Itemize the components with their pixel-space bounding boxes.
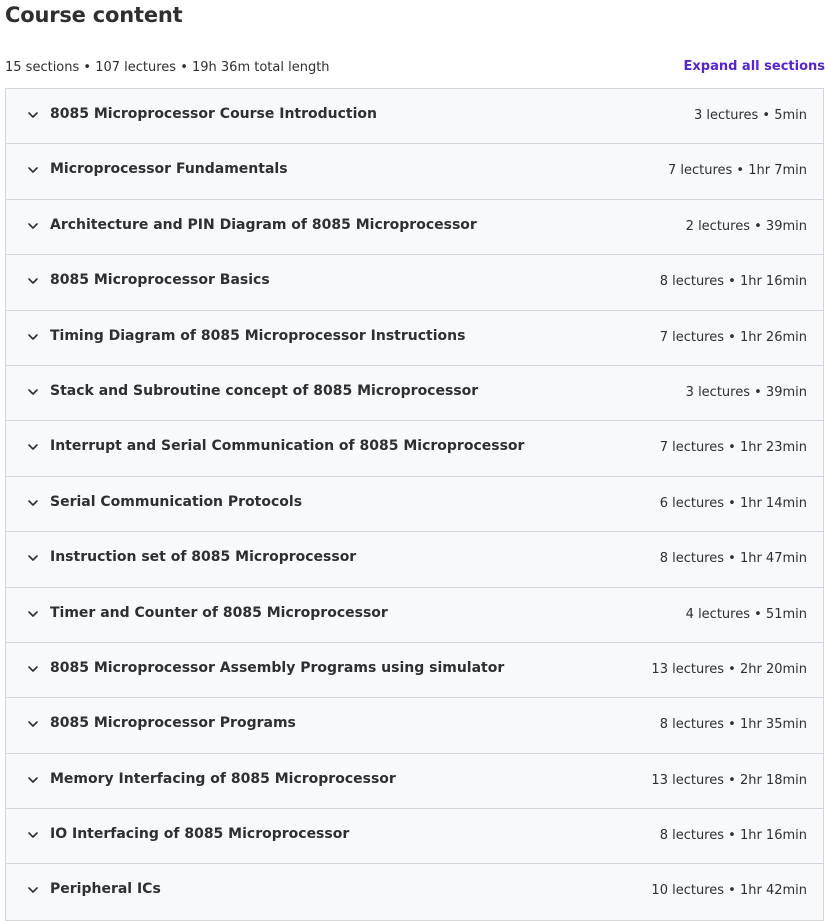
page-title: Course content: [5, 3, 183, 27]
section-meta: 3 lectures • 39min: [686, 385, 807, 400]
sections-list: 8085 Microprocessor Course Introduction …: [5, 88, 824, 921]
chevron-down-icon: [26, 717, 40, 731]
section-meta: 7 lectures • 1hr 7min: [668, 163, 807, 178]
chevron-down-icon: [26, 330, 40, 344]
chevron-down-icon: [26, 883, 40, 897]
chevron-down-icon: [26, 219, 40, 233]
section-row[interactable]: Architecture and PIN Diagram of 8085 Mic…: [6, 200, 823, 255]
chevron-down-icon: [26, 551, 40, 565]
section-meta: 7 lectures • 1hr 26min: [660, 330, 807, 345]
chevron-down-icon: [26, 496, 40, 510]
chevron-down-icon: [26, 607, 40, 621]
section-row[interactable]: Interrupt and Serial Communication of 80…: [6, 421, 823, 476]
chevron-down-icon: [26, 662, 40, 676]
section-row[interactable]: 8085 Microprocessor Course Introduction …: [6, 89, 823, 144]
chevron-down-icon: [26, 440, 40, 454]
chevron-down-icon: [26, 828, 40, 842]
section-row[interactable]: 8085 Microprocessor Assembly Programs us…: [6, 643, 823, 698]
section-title: Timer and Counter of 8085 Microprocessor: [50, 605, 388, 621]
section-meta: 8 lectures • 1hr 16min: [660, 274, 807, 289]
section-meta: 8 lectures • 1hr 35min: [660, 717, 807, 732]
section-title: Timing Diagram of 8085 Microprocessor In…: [50, 328, 465, 344]
section-row[interactable]: Timing Diagram of 8085 Microprocessor In…: [6, 311, 823, 366]
chevron-down-icon: [26, 385, 40, 399]
course-summary-row: 15 sections • 107 lectures • 19h 36m tot…: [5, 59, 825, 79]
section-title: Stack and Subroutine concept of 8085 Mic…: [50, 383, 478, 399]
section-meta: 13 lectures • 2hr 18min: [651, 773, 807, 788]
chevron-down-icon: [26, 773, 40, 787]
section-title: 8085 Microprocessor Course Introduction: [50, 106, 377, 122]
section-title: IO Interfacing of 8085 Microprocessor: [50, 826, 349, 842]
section-row[interactable]: IO Interfacing of 8085 Microprocessor 8 …: [6, 809, 823, 864]
section-title: Instruction set of 8085 Microprocessor: [50, 549, 356, 565]
section-row[interactable]: Microprocessor Fundamentals 7 lectures •…: [6, 144, 823, 199]
section-row[interactable]: Serial Communication Protocols 6 lecture…: [6, 477, 823, 532]
section-row[interactable]: Stack and Subroutine concept of 8085 Mic…: [6, 366, 823, 421]
section-row[interactable]: Instruction set of 8085 Microprocessor 8…: [6, 532, 823, 587]
chevron-down-icon: [26, 274, 40, 288]
section-title: Memory Interfacing of 8085 Microprocesso…: [50, 771, 396, 787]
chevron-down-icon: [26, 163, 40, 177]
section-meta: 2 lectures • 39min: [686, 219, 807, 234]
section-row[interactable]: Timer and Counter of 8085 Microprocessor…: [6, 588, 823, 643]
section-meta: 13 lectures • 2hr 20min: [651, 662, 807, 677]
section-title: 8085 Microprocessor Assembly Programs us…: [50, 660, 504, 676]
course-summary: 15 sections • 107 lectures • 19h 36m tot…: [5, 60, 330, 75]
section-row[interactable]: 8085 Microprocessor Programs 8 lectures …: [6, 698, 823, 753]
section-meta: 6 lectures • 1hr 14min: [660, 496, 807, 511]
section-meta: 3 lectures • 5min: [694, 108, 807, 123]
chevron-down-icon: [26, 108, 40, 122]
section-row[interactable]: Peripheral ICs 10 lectures • 1hr 42min: [6, 864, 823, 919]
section-title: Peripheral ICs: [50, 881, 161, 897]
section-meta: 7 lectures • 1hr 23min: [660, 440, 807, 455]
section-meta: 8 lectures • 1hr 47min: [660, 551, 807, 566]
section-title: Serial Communication Protocols: [50, 494, 302, 510]
section-title: 8085 Microprocessor Basics: [50, 272, 270, 288]
expand-all-sections-button[interactable]: Expand all sections: [684, 59, 825, 74]
section-title: 8085 Microprocessor Programs: [50, 715, 296, 731]
section-meta: 4 lectures • 51min: [686, 607, 807, 622]
section-title: Microprocessor Fundamentals: [50, 161, 288, 177]
section-title: Architecture and PIN Diagram of 8085 Mic…: [50, 217, 477, 233]
section-title: Interrupt and Serial Communication of 80…: [50, 438, 524, 454]
section-row[interactable]: 8085 Microprocessor Basics 8 lectures • …: [6, 255, 823, 310]
section-meta: 10 lectures • 1hr 42min: [651, 883, 807, 898]
section-row[interactable]: Memory Interfacing of 8085 Microprocesso…: [6, 754, 823, 809]
section-meta: 8 lectures • 1hr 16min: [660, 828, 807, 843]
